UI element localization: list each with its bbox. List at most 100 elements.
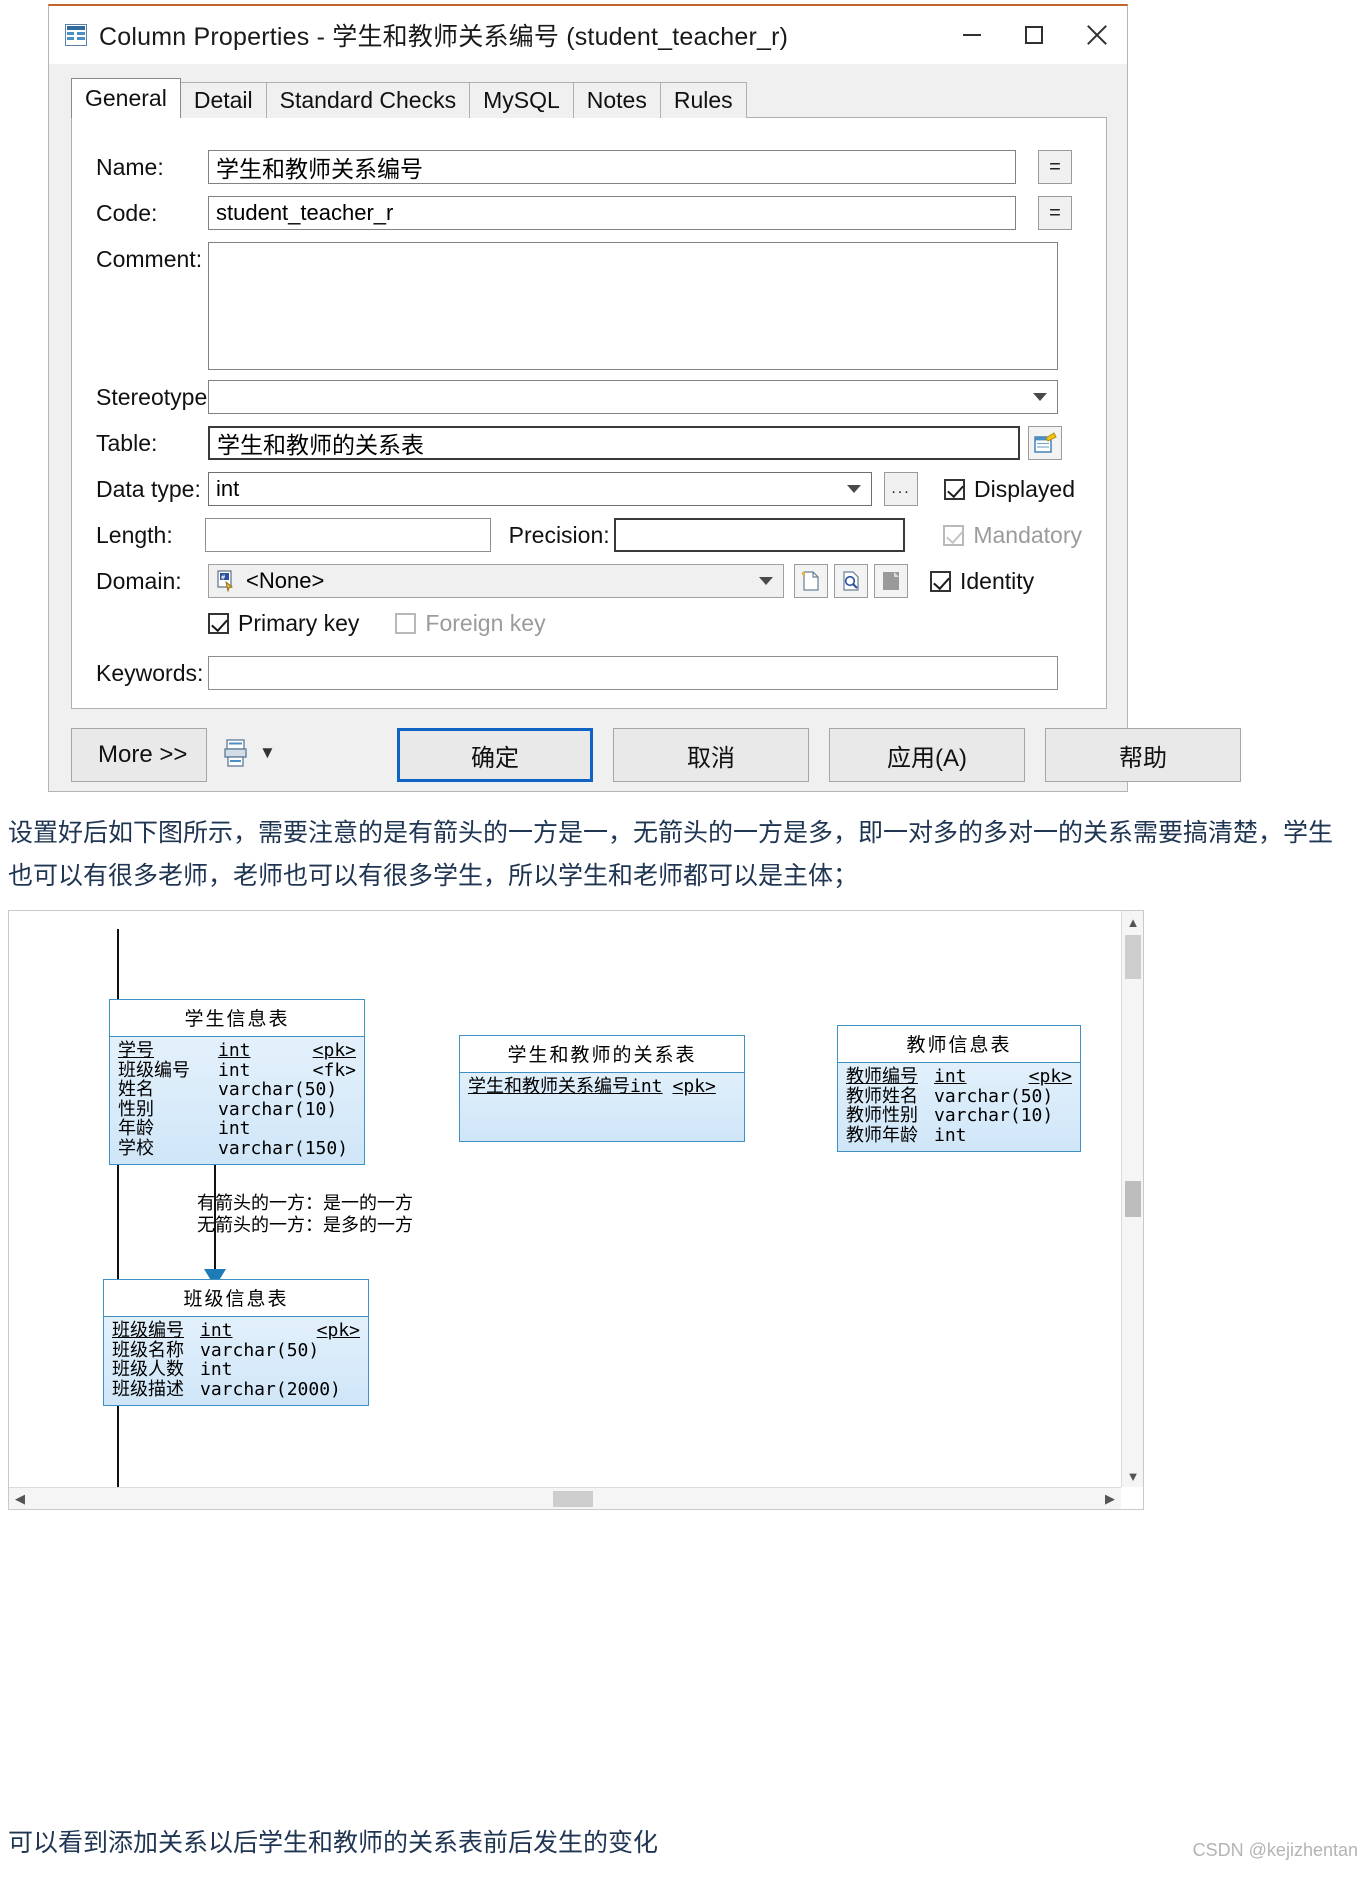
explanation-paragraph-1: 设置好后如下图所示，需要注意的是有箭头的一方是一，无箭头的一方是多，即一对多的多…	[8, 819, 1334, 890]
entity-table-columns: 教师编号 int <pk> 教师姓名 varchar(50) 教师性别 varc…	[838, 1063, 1080, 1151]
column-name: 班级描述	[112, 1378, 184, 1400]
column-type: varchar(10)	[934, 1105, 1054, 1126]
column-type: varchar(2000)	[200, 1378, 341, 1400]
length-label: Length:	[96, 521, 173, 548]
keywords-row: Keywords:	[96, 656, 1082, 690]
horizontal-scrollbar[interactable]: ◀ ▶	[9, 1487, 1121, 1509]
entity-table-student-teacher-relation[interactable]: 学生和教师的关系表 学生和教师关系编号 int <pk>	[459, 1035, 745, 1142]
scroll-up-icon[interactable]: ▲	[1122, 911, 1144, 933]
column-name: 班级名称	[112, 1339, 184, 1361]
keywords-input[interactable]	[208, 656, 1058, 690]
stereotype-select[interactable]	[208, 380, 1058, 414]
entity-table-teacher[interactable]: 教师信息表 教师编号 int <pk> 教师姓名 varchar(50) 教师性…	[837, 1025, 1081, 1152]
column-properties-dialog: Column Properties - 学生和教师关系编号 (student_t…	[48, 4, 1241, 792]
column-key: <pk>	[316, 1320, 360, 1341]
tab-rules[interactable]: Rules	[659, 82, 747, 118]
displayed-checkbox[interactable]: Displayed	[944, 476, 1075, 503]
tab-detail[interactable]: Detail	[179, 82, 267, 118]
vertical-scroll-thumb[interactable]	[1125, 935, 1141, 979]
keywords-label: Keywords:	[96, 659, 204, 686]
column-name: 学号	[118, 1040, 154, 1061]
entity-column-row: 班级编号 int <fk>	[118, 1059, 356, 1081]
explanation-paragraph-2: 可以看到添加关系以后学生和教师的关系表前后发生的变化	[8, 1829, 659, 1857]
mandatory-label: Mandatory	[973, 521, 1082, 548]
close-button[interactable]	[1065, 11, 1127, 59]
identity-checkbox[interactable]: Identity	[930, 568, 1034, 595]
vertical-scrollbar[interactable]: ▲ ▼	[1121, 911, 1143, 1487]
domain-browse-button[interactable]	[834, 564, 868, 598]
chevron-down-icon	[1033, 393, 1047, 401]
length-input[interactable]	[204, 518, 491, 552]
entity-table-student[interactable]: 学生信息表 学号 int <pk> 班级编号 int <fk> 姓名 varch…	[109, 999, 365, 1165]
tab-mysql[interactable]: MySQL	[469, 82, 574, 118]
foreign-key-label: Foreign key	[425, 610, 546, 636]
primary-key-checkbox[interactable]: Primary key	[208, 610, 359, 637]
tab-standard-checks[interactable]: Standard Checks	[265, 82, 471, 118]
scroll-down-icon[interactable]: ▼	[1122, 1465, 1144, 1487]
column-type: int	[218, 1118, 251, 1139]
table-properties-icon-button[interactable]	[1028, 426, 1062, 460]
name-input[interactable]: 学生和教师关系编号	[208, 150, 1016, 184]
tab-notes[interactable]: Notes	[572, 82, 661, 118]
help-button[interactable]: 帮助	[1045, 728, 1241, 782]
dialog-title: Column Properties - 学生和教师关系编号 (student_t…	[99, 23, 789, 51]
vertical-scroll-thumb-secondary[interactable]	[1125, 1181, 1141, 1217]
code-input[interactable]: student_teacher_r	[208, 196, 1016, 230]
entity-table-title: 教师信息表	[838, 1026, 1080, 1063]
comment-textarea[interactable]	[208, 242, 1058, 370]
entity-table-title: 学生和教师的关系表	[460, 1036, 744, 1073]
column-name: 学校	[118, 1137, 154, 1159]
datatype-select[interactable]: int	[208, 472, 872, 506]
checkbox-box	[944, 478, 965, 500]
domain-create-button[interactable]	[794, 564, 828, 598]
entity-column-row: 姓名 varchar(50)	[118, 1080, 356, 1100]
column-type: varchar(10)	[218, 1098, 338, 1120]
entity-table-class[interactable]: 班级信息表 班级编号 int <pk> 班级名称 varchar(50) 班级人…	[103, 1279, 369, 1406]
primary-key-label: Primary key	[238, 610, 360, 636]
more-button[interactable]: More >>	[71, 728, 207, 782]
column-key	[350, 1341, 360, 1361]
comment-label: Comment:	[96, 246, 203, 272]
column-type: int	[218, 1059, 251, 1081]
column-name: 教师性别	[846, 1105, 918, 1126]
entity-column-row: 班级名称 varchar(50)	[112, 1339, 360, 1361]
dialog-titlebar[interactable]: Column Properties - 学生和教师关系编号 (student_t…	[49, 6, 1127, 64]
apply-button[interactable]: 应用(A)	[829, 728, 1025, 782]
name-equals-button[interactable]: =	[1038, 150, 1072, 184]
scroll-right-icon[interactable]: ▶	[1099, 1488, 1121, 1510]
datatype-more-button[interactable]: ...	[884, 472, 918, 506]
entity-column-row: 教师姓名 varchar(50)	[846, 1086, 1072, 1107]
identity-label: Identity	[960, 567, 1035, 594]
column-key: <pk>	[1028, 1066, 1072, 1087]
domain-icon: #	[217, 570, 233, 592]
minimize-button[interactable]	[941, 11, 1003, 59]
code-row: Code: student_teacher_r =	[96, 196, 1082, 230]
stereotype-row: Stereotype:	[96, 380, 1082, 414]
print-split-button[interactable]: ▼	[223, 738, 276, 768]
scroll-left-icon[interactable]: ◀	[9, 1488, 31, 1510]
checkbox-box	[395, 613, 417, 634]
maximize-button[interactable]	[1003, 11, 1065, 59]
entity-table-title: 学生信息表	[110, 1000, 364, 1037]
er-diagram-canvas: 学生信息表 学号 int <pk> 班级编号 int <fk> 姓名 varch…	[9, 911, 1121, 1487]
domain-select[interactable]: # <None>	[208, 564, 784, 598]
chevron-down-icon	[847, 485, 861, 493]
domain-value: <None>	[246, 568, 325, 593]
entity-column-row: 教师编号 int <pk>	[846, 1067, 1072, 1087]
code-label: Code:	[96, 199, 158, 226]
ok-button[interactable]: 确定	[397, 728, 593, 782]
precision-input[interactable]	[613, 518, 906, 552]
table-label: Table:	[96, 429, 158, 456]
tab-panel-wrapper: General Detail Standard Checks MySQL Not…	[71, 78, 1107, 710]
comment-row: Comment:	[96, 242, 1082, 370]
tab-general[interactable]: General	[71, 78, 181, 118]
code-equals-button[interactable]: =	[1038, 196, 1072, 230]
table-input[interactable]: 学生和教师的关系表	[208, 426, 1020, 460]
domain-properties-button[interactable]	[874, 564, 908, 598]
cancel-button[interactable]: 取消	[613, 728, 809, 782]
horizontal-scroll-thumb[interactable]	[553, 1491, 593, 1507]
column-type: varchar(50)	[218, 1079, 338, 1100]
entity-column-row: 班级编号 int <pk>	[112, 1321, 360, 1341]
datatype-label: Data type:	[96, 475, 201, 502]
column-key: <fk>	[312, 1059, 356, 1081]
